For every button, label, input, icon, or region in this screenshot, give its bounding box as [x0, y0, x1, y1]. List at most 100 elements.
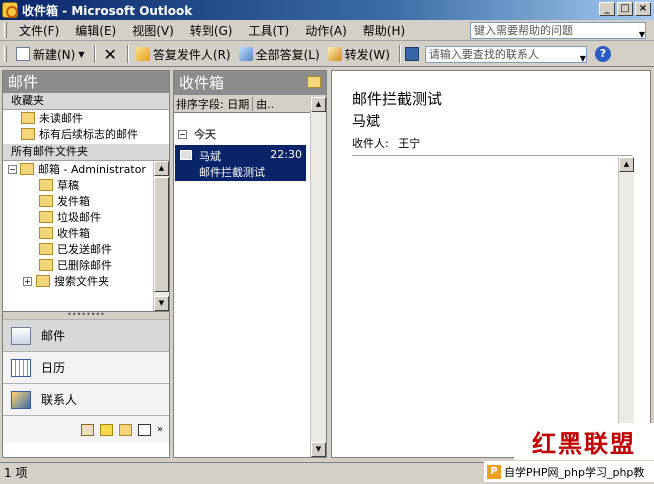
mailbox-root[interactable]: − 邮箱 - Administrator: [3, 161, 169, 177]
sent-items-icon: [39, 243, 53, 255]
tasks-icon[interactable]: [80, 423, 94, 436]
find-contact-dropdown-icon[interactable]: ▼: [580, 51, 586, 66]
minimize-button[interactable]: _: [599, 2, 615, 16]
mailbox-icon: [20, 163, 34, 175]
search-folder-icon: [21, 112, 35, 124]
toolbar-separator: [93, 45, 96, 63]
all-folders-header[interactable]: 所有邮件文件夹: [3, 144, 169, 161]
favorite-unread-mail[interactable]: 未读邮件: [3, 110, 169, 126]
nav-button-mail[interactable]: 邮件: [3, 319, 169, 351]
folder-tree-scrollbar[interactable]: ▲ ▼: [153, 161, 169, 311]
menu-view[interactable]: 视图(V): [126, 22, 180, 39]
find-contact-input[interactable]: 请输入要查找的联系人 ▼: [424, 45, 587, 66]
deleted-items-icon: [39, 259, 53, 271]
menu-help[interactable]: 帮助(H): [357, 22, 411, 39]
toolbar-grip[interactable]: [4, 46, 7, 62]
group-header-today[interactable]: − 今天: [174, 125, 326, 143]
delete-button[interactable]: ✕: [100, 45, 121, 64]
menu-grip[interactable]: [4, 22, 7, 38]
reading-pane-scrollbar[interactable]: ▲ ▼: [618, 157, 634, 457]
message-row[interactable]: 马斌 22:30 邮件拦截测试 ▽: [175, 145, 322, 181]
close-button[interactable]: ×: [635, 2, 651, 16]
folder-sent[interactable]: 已发送邮件: [3, 241, 169, 257]
read-envelope-icon: [180, 150, 192, 160]
scrollbar-thumb[interactable]: [154, 177, 169, 292]
help-icon[interactable]: ?: [594, 46, 611, 62]
header-divider: [352, 155, 632, 156]
folder-inbox[interactable]: 收件箱: [3, 225, 169, 241]
watermark-caption: P 自学PHP网_php学习_php教: [484, 461, 654, 482]
scroll-down-icon[interactable]: ▼: [154, 296, 169, 311]
configure-buttons-icon[interactable]: »: [157, 424, 163, 435]
message-list-scrollbar[interactable]: ▲ ▼: [310, 97, 326, 457]
pane-splitter[interactable]: ••••••••: [3, 311, 169, 319]
to-value[interactable]: 王宁: [398, 137, 420, 150]
outbox-icon: [39, 195, 53, 207]
toolbar-separator: [126, 45, 129, 63]
scroll-up-icon[interactable]: ▲: [154, 161, 169, 176]
scroll-up-icon[interactable]: ▲: [311, 97, 326, 112]
shortcuts-icon[interactable]: [137, 423, 151, 436]
folder-drafts[interactable]: 草稿: [3, 177, 169, 193]
reading-sender[interactable]: 马斌: [352, 111, 380, 131]
reply-button[interactable]: 答复发件人(R): [133, 46, 234, 63]
maximize-button[interactable]: □: [617, 2, 633, 16]
reply-all-button[interactable]: 全部答复(L): [236, 46, 323, 63]
folder-tree: − 邮箱 - Administrator 草稿 发件箱 垃圾邮件 收件箱 已发送…: [3, 161, 169, 311]
nav-pane-title: 邮件: [3, 71, 169, 93]
favorites-header[interactable]: 收藏夹: [3, 93, 169, 110]
nav-button-calendar[interactable]: 日历: [3, 351, 169, 383]
menu-tools[interactable]: 工具(T): [242, 22, 295, 39]
message-subject: 邮件拦截测试: [199, 166, 265, 179]
expand-icon[interactable]: +: [23, 276, 32, 286]
arrange-separator: [252, 96, 254, 111]
folder-icon: [307, 76, 321, 88]
arrange-by-label[interactable]: 排序字段: 日期: [176, 96, 249, 112]
nav-button-label: 邮件: [41, 329, 66, 343]
new-button[interactable]: 新建(N) ▼: [13, 46, 88, 63]
standard-toolbar: 新建(N) ▼ ✕ 答复发件人(R) 全部答复(L) 转发(W) 请输入要查找的…: [0, 42, 654, 67]
menu-actions[interactable]: 动作(A): [299, 22, 353, 39]
folder-label: 发件箱: [57, 195, 90, 208]
folder-label: 已删除邮件: [57, 259, 112, 272]
help-question-placeholder: 键入需要帮助的问题: [474, 24, 573, 37]
scroll-down-icon[interactable]: ▼: [311, 442, 326, 457]
inbox-icon: [39, 227, 53, 239]
find-contact-placeholder: 请输入要查找的联系人: [428, 47, 539, 61]
forward-button-label: 转发(W): [344, 47, 390, 62]
folder-junk[interactable]: 垃圾邮件: [3, 209, 169, 225]
menu-file[interactable]: 文件(F): [13, 22, 65, 39]
folder-outbox[interactable]: 发件箱: [3, 193, 169, 209]
message-sender: 马斌: [199, 150, 221, 163]
folder-list-icon[interactable]: [118, 423, 132, 436]
folder-search[interactable]: + 搜索文件夹: [3, 273, 169, 289]
forward-button[interactable]: 转发(W): [325, 46, 393, 63]
collapse-group-icon[interactable]: −: [178, 129, 187, 139]
scroll-up-icon[interactable]: ▲: [619, 157, 634, 172]
reading-pane: 邮件拦截测试 马斌 收件人: 王宁 ▲ ▼: [331, 70, 651, 458]
folder-label: 收件箱: [57, 227, 90, 240]
folder-label: 草稿: [57, 179, 79, 192]
folder-label: 已发送邮件: [57, 243, 112, 256]
message-time: 22:30: [270, 148, 302, 161]
sort-order-label[interactable]: 由..: [256, 96, 274, 112]
mail-icon: [11, 326, 31, 345]
group-label: 今天: [194, 128, 216, 141]
menu-go[interactable]: 转到(G): [184, 22, 239, 39]
address-book-icon[interactable]: [404, 47, 419, 61]
favorite-flagged-mail[interactable]: 标有后续标志的邮件: [3, 126, 169, 142]
mailbox-label: 邮箱 - Administrator: [38, 163, 146, 176]
folder-deleted[interactable]: 已删除邮件: [3, 257, 169, 273]
menu-bar: 文件(F) 编辑(E) 视图(V) 转到(G) 工具(T) 动作(A) 帮助(H…: [0, 20, 654, 41]
help-question-input[interactable]: 键入需要帮助的问题 ▼: [470, 22, 646, 39]
help-dropdown-arrow-icon[interactable]: ▼: [639, 27, 645, 42]
menu-edit[interactable]: 编辑(E): [69, 22, 122, 39]
toolbar-separator: [398, 45, 401, 63]
nav-button-contacts[interactable]: 联系人: [3, 383, 169, 415]
collapse-icon[interactable]: −: [8, 164, 17, 174]
new-dropdown-icon[interactable]: ▼: [78, 50, 84, 59]
outlook-app-icon[interactable]: [2, 2, 18, 18]
window-title: 收件箱 - Microsoft Outlook: [22, 3, 193, 18]
notes-icon[interactable]: [99, 423, 113, 436]
search-folder-icon: [36, 275, 50, 287]
